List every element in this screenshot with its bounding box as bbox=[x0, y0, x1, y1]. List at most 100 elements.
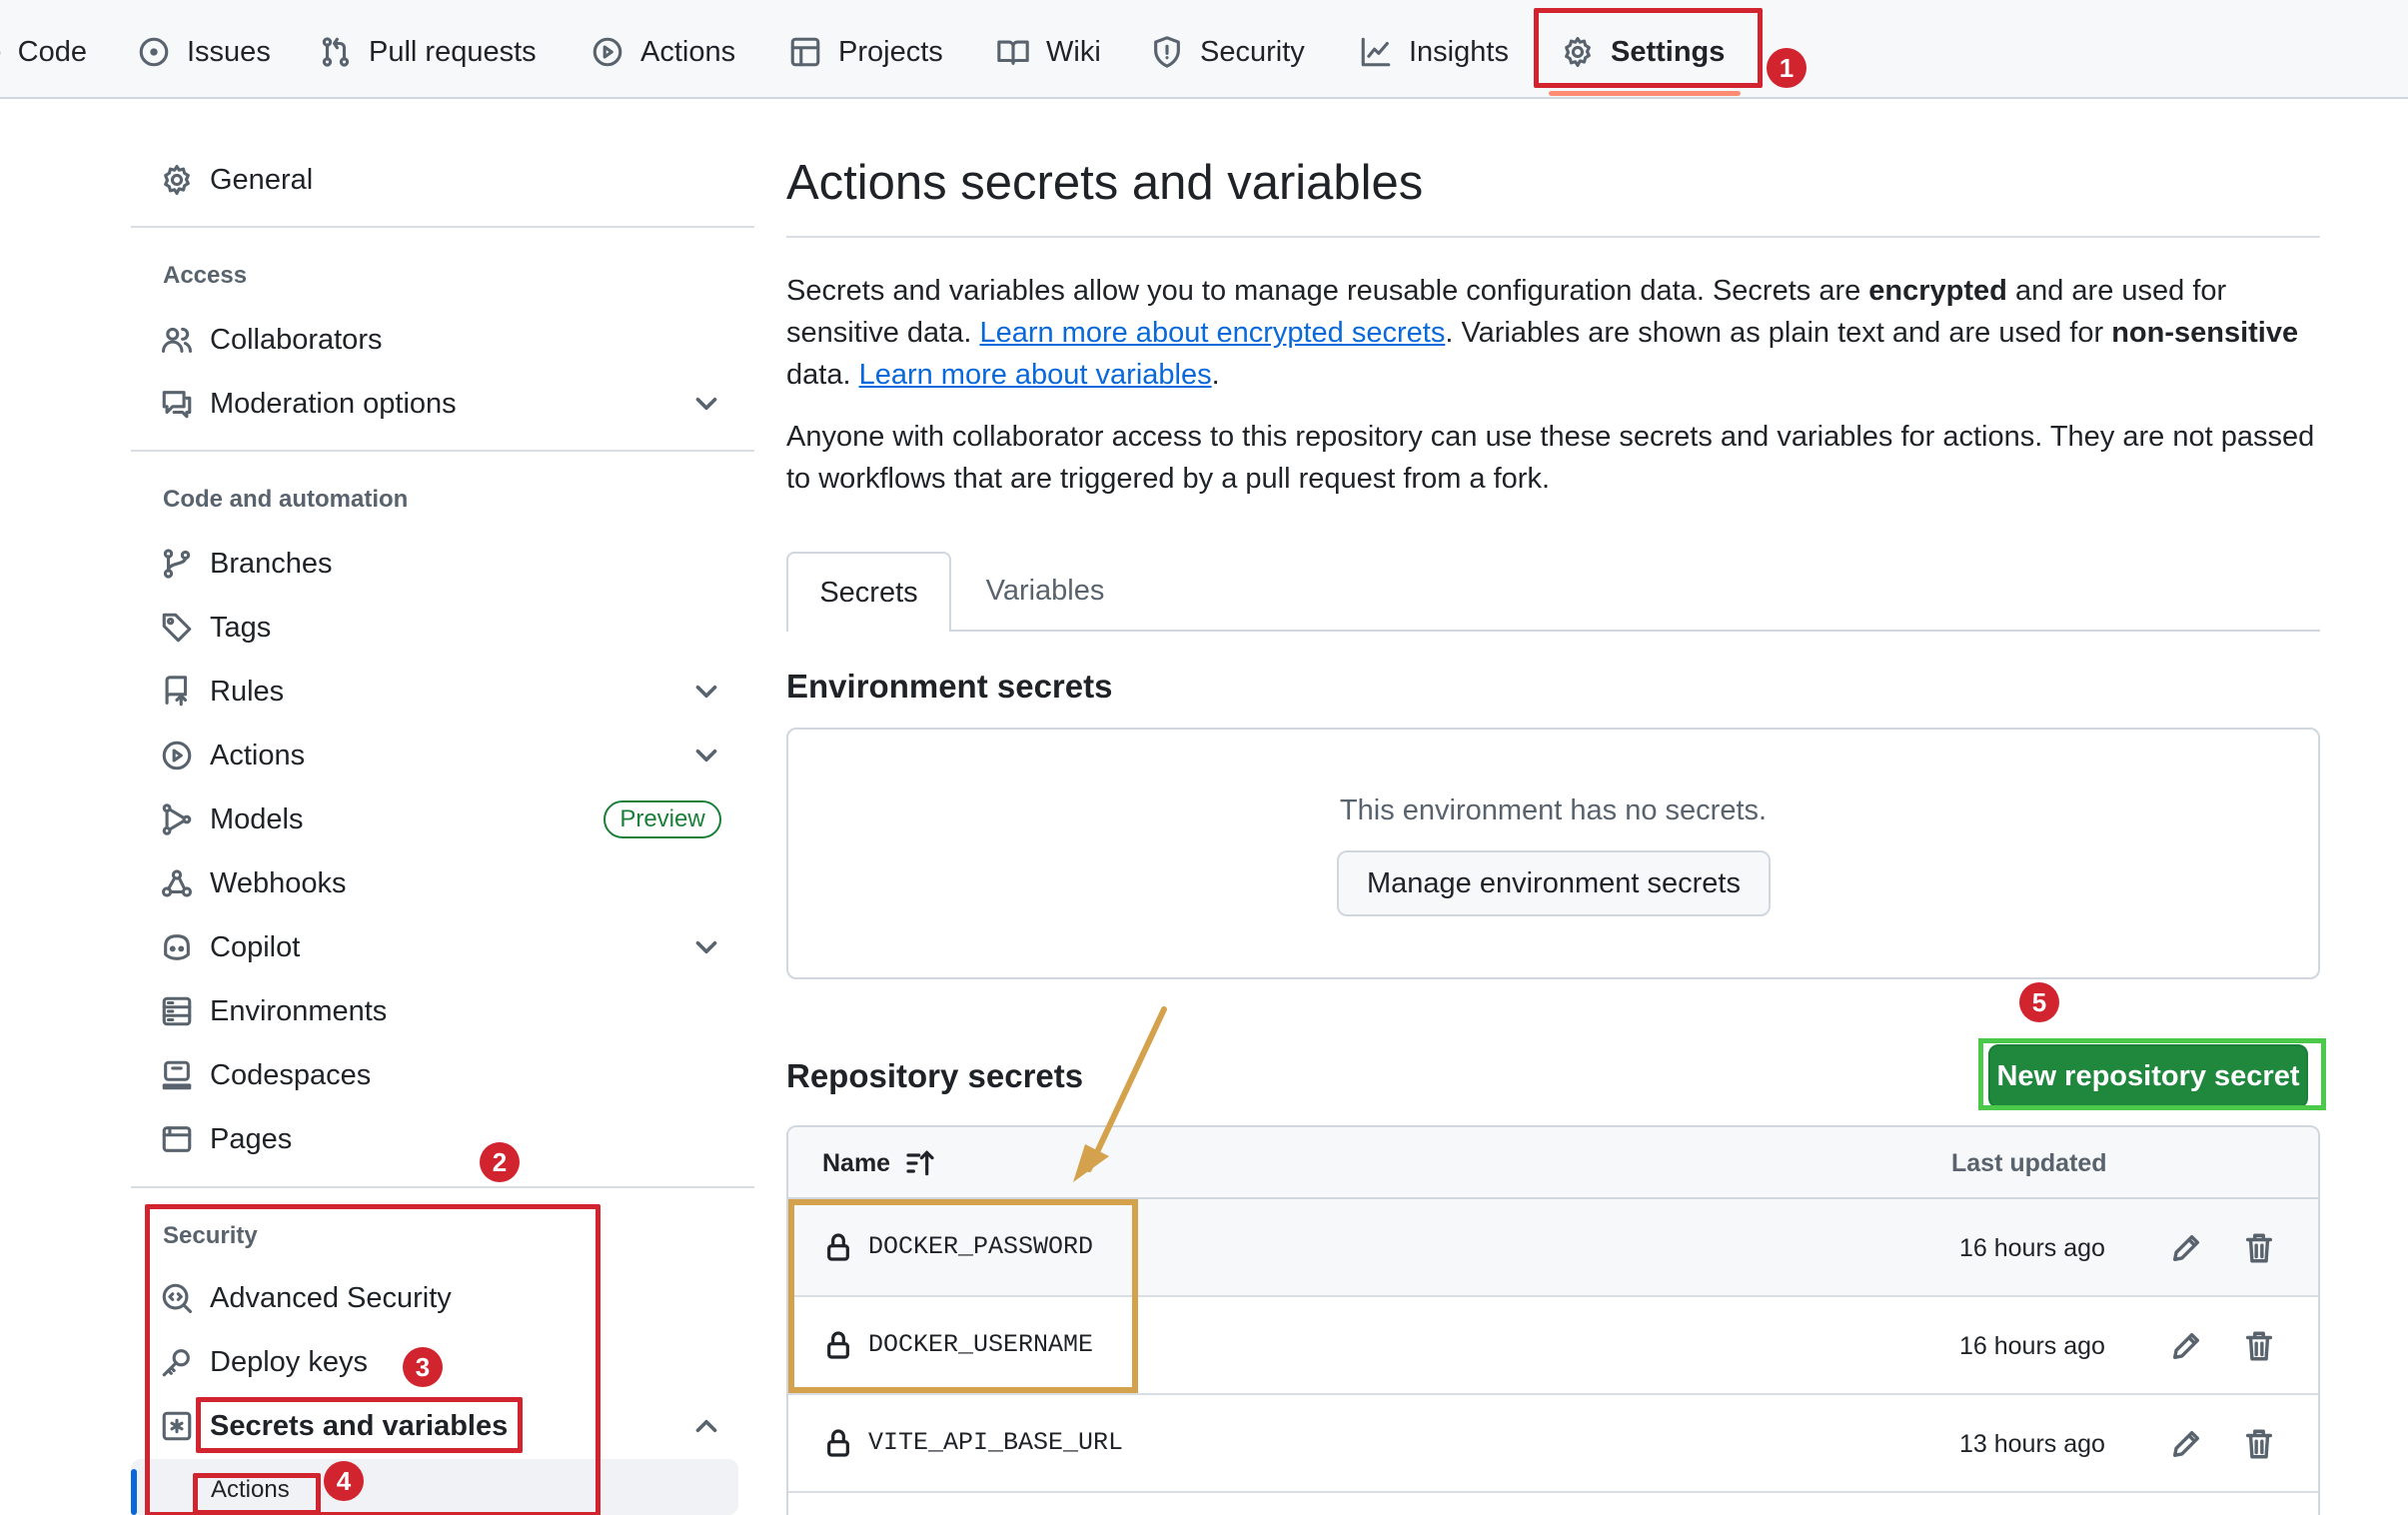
manage-environment-secrets-button[interactable]: Manage environment secrets bbox=[1337, 850, 1771, 916]
book-icon bbox=[997, 40, 1029, 65]
repo-push-icon bbox=[165, 676, 188, 707]
sidebar-section-access: Access bbox=[163, 262, 248, 289]
repository-secrets-heading: Repository secrets bbox=[786, 1057, 1084, 1094]
sidebar-item-label: Copilot bbox=[210, 930, 301, 963]
sidebar-item-models[interactable]: Models bbox=[160, 792, 304, 846]
sidebar-item-label: Collaborators bbox=[210, 323, 383, 356]
git-pull-request-icon bbox=[322, 37, 350, 67]
shield-icon bbox=[1154, 36, 1180, 68]
sidebar-item-label: Deploy keys bbox=[210, 1345, 368, 1378]
collaborator-note: Anyone with collaborator access to this … bbox=[786, 421, 2315, 495]
chevron-up-icon[interactable] bbox=[689, 1409, 723, 1443]
report-icon bbox=[162, 391, 192, 419]
intro-text: . Variables are shown as plain text and … bbox=[1445, 317, 2112, 349]
table-header: Name Last updated bbox=[788, 1127, 2318, 1199]
table-row: VITE_API_BASE_URL 13 hours ago bbox=[788, 1395, 2318, 1493]
chevron-down-icon[interactable] bbox=[689, 739, 723, 772]
pencil-icon[interactable] bbox=[2169, 1231, 2203, 1265]
sidebar-item-label: Environments bbox=[210, 994, 388, 1027]
sidebar-item-pages[interactable]: Pages bbox=[160, 1112, 292, 1166]
sidebar-item-label: Codespaces bbox=[210, 1058, 372, 1091]
tab-variables[interactable]: Variables bbox=[951, 552, 1139, 630]
tab-settings[interactable]: Settings bbox=[1561, 18, 1725, 86]
tab-label: Security bbox=[1200, 35, 1305, 68]
play-icon bbox=[593, 37, 622, 67]
preview-badge: Preview bbox=[603, 800, 721, 838]
trash-icon[interactable] bbox=[2242, 1231, 2276, 1265]
repository-secrets-table: Name Last updated DOCKER_PASSWORD 16 hou… bbox=[786, 1125, 2320, 1515]
tab-secrets[interactable]: Secrets bbox=[786, 552, 951, 632]
sidebar-subitem-actions[interactable]: Actions bbox=[211, 1465, 290, 1515]
pencil-icon[interactable] bbox=[2169, 1329, 2203, 1363]
secret-updated: 16 hours ago bbox=[1959, 1332, 2105, 1360]
column-name-header[interactable]: Name bbox=[822, 1147, 936, 1179]
sidebar-item-codespaces[interactable]: Codespaces bbox=[160, 1048, 371, 1102]
intro-text: data. bbox=[786, 359, 859, 391]
sidebar-item-copilot[interactable]: Copilot bbox=[160, 920, 300, 974]
table-icon bbox=[790, 37, 820, 67]
sidebar-item-label: Secrets and variables bbox=[210, 1409, 509, 1442]
step-badge-3: 3 bbox=[403, 1347, 443, 1387]
sidebar-item-environments[interactable]: Environments bbox=[160, 984, 387, 1038]
sidebar-item-moderation[interactable]: Moderation options bbox=[160, 377, 457, 431]
sidebar-item-label: Actions bbox=[211, 1476, 290, 1503]
tab-label: Insights bbox=[1409, 35, 1509, 68]
sidebar-item-label: Rules bbox=[210, 675, 285, 708]
sidebar-item-tags[interactable]: Tags bbox=[160, 601, 271, 655]
play-icon bbox=[162, 741, 192, 770]
secret-name: VITE_API_BASE_URL bbox=[868, 1428, 1124, 1457]
sidebar-item-webhooks[interactable]: Webhooks bbox=[160, 856, 347, 910]
tab-issues[interactable]: Issues bbox=[137, 18, 271, 86]
sidebar-item-actions[interactable]: Actions bbox=[160, 729, 305, 782]
intro-paragraph: Secrets and variables allow you to manag… bbox=[786, 270, 2320, 396]
sort-asc-icon bbox=[906, 1150, 934, 1176]
repo-nav: · Code Issues Pull requests Actions Proj… bbox=[0, 0, 2408, 99]
key-icon bbox=[162, 1349, 190, 1377]
tab-code[interactable]: · Code bbox=[0, 18, 87, 86]
sidebar-item-label: Tags bbox=[210, 611, 272, 644]
sidebar-item-branches[interactable]: Branches bbox=[160, 537, 333, 591]
intro-strong: non-sensitive bbox=[2111, 317, 2299, 349]
chevron-down-icon[interactable] bbox=[689, 387, 723, 421]
sidebar-item-advanced-security[interactable]: Advanced Security bbox=[160, 1271, 452, 1325]
active-tab-underline bbox=[1549, 91, 1741, 96]
sidebar-item-deploy-keys[interactable]: Deploy keys bbox=[160, 1335, 368, 1389]
pencil-icon[interactable] bbox=[2169, 1427, 2203, 1461]
sidebar-divider bbox=[131, 1186, 754, 1188]
learn-variables-link[interactable]: Learn more about variables bbox=[859, 359, 1212, 391]
learn-encrypted-secrets-link[interactable]: Learn more about encrypted secrets bbox=[979, 317, 1445, 349]
environment-secrets-heading: Environment secrets bbox=[786, 668, 1113, 705]
trash-icon[interactable] bbox=[2242, 1329, 2276, 1363]
sidebar-item-label: Pages bbox=[210, 1122, 293, 1155]
column-label: Name bbox=[822, 1148, 891, 1177]
step-badge-5: 5 bbox=[2019, 982, 2059, 1022]
tab-security[interactable]: Security bbox=[1150, 18, 1305, 86]
sidebar-divider bbox=[131, 450, 754, 452]
server-icon bbox=[162, 996, 192, 1026]
tab-insights[interactable]: Insights bbox=[1359, 18, 1509, 86]
secret-updated: 13 hours ago bbox=[1959, 1430, 2105, 1458]
issue-opened-icon bbox=[139, 37, 169, 67]
tab-pull-requests[interactable]: Pull requests bbox=[319, 18, 537, 86]
sidebar-divider bbox=[131, 226, 754, 228]
lock-icon bbox=[827, 1233, 849, 1261]
tab-projects[interactable]: Projects bbox=[788, 18, 943, 86]
title-divider bbox=[786, 236, 2320, 238]
table-row: DOCKER_PASSWORD 16 hours ago bbox=[788, 1199, 2318, 1297]
new-repository-secret-button[interactable]: New repository secret bbox=[1988, 1044, 2308, 1108]
gear-icon bbox=[164, 164, 190, 196]
chevron-down-icon[interactable] bbox=[689, 675, 723, 709]
lock-icon bbox=[827, 1331, 849, 1359]
trash-icon[interactable] bbox=[2242, 1427, 2276, 1461]
tab-actions[interactable]: Actions bbox=[591, 18, 735, 86]
secret-name: DOCKER_PASSWORD bbox=[868, 1232, 1094, 1261]
sidebar-item-collaborators[interactable]: Collaborators bbox=[160, 313, 382, 367]
intro-strong: encrypted bbox=[1868, 275, 2007, 307]
tab-wiki[interactable]: Wiki bbox=[996, 18, 1101, 86]
tab-label: Settings bbox=[1611, 35, 1726, 68]
sidebar-item-rules[interactable]: Rules bbox=[160, 665, 284, 719]
chevron-down-icon[interactable] bbox=[689, 930, 723, 964]
sidebar-item-secrets-variables[interactable]: Secrets and variables bbox=[160, 1399, 508, 1453]
column-updated-header: Last updated bbox=[1951, 1149, 2107, 1177]
sidebar-item-general[interactable]: General bbox=[160, 153, 313, 207]
